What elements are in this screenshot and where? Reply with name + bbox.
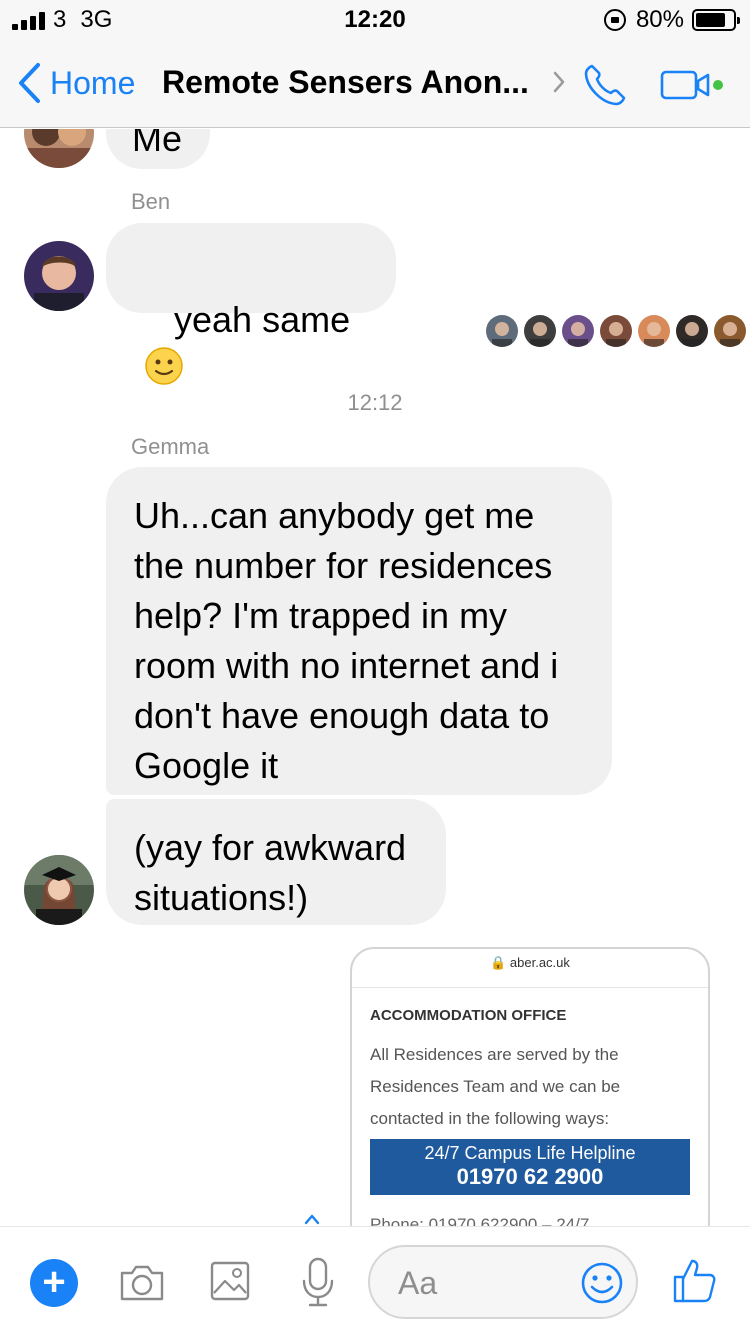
conversation-area[interactable]: Me Ben yeah same 12:12 Gemma Uh...can an… <box>0 129 750 1226</box>
status-right: 80% <box>603 6 740 34</box>
read-receipt-avatar[interactable] <box>676 315 708 347</box>
read-receipt-avatar[interactable] <box>524 315 556 347</box>
avatar-ben[interactable] <box>24 241 94 311</box>
image-divider <box>352 987 708 988</box>
camera-icon[interactable] <box>118 1261 166 1303</box>
video-camera-icon[interactable] <box>660 68 724 102</box>
message-timestamp: 12:12 <box>347 390 403 415</box>
image-icon[interactable] <box>210 1261 250 1301</box>
read-receipt-avatar[interactable] <box>486 315 518 347</box>
avatar-gemma[interactable] <box>24 855 94 925</box>
read-receipt-avatar[interactable] <box>600 315 632 347</box>
sender-name: Ben <box>131 189 171 214</box>
sender-name: Gemma <box>131 434 210 459</box>
message-bubble[interactable]: (yay for awkward situations!) <box>106 799 446 925</box>
phone-icon[interactable] <box>582 62 628 108</box>
rotation-lock-icon <box>603 9 626 31</box>
status-bar: 3 3G 12:20 80% <box>0 0 750 40</box>
back-button[interactable]: Home <box>16 62 135 104</box>
image-heading: ACCOMMODATION OFFICE <box>370 1007 567 1024</box>
share-icon[interactable] <box>302 1214 322 1226</box>
read-receipts[interactable] <box>486 315 746 347</box>
message-text: Me <box>132 129 183 159</box>
helpline-title: 24/7 Campus Life Helpline <box>424 1143 636 1163</box>
message-input-wrapper <box>368 1245 638 1319</box>
plus-icon[interactable]: + <box>30 1259 78 1307</box>
chevron-left-icon <box>19 63 40 103</box>
message-bubble[interactable]: yeah same <box>106 223 396 385</box>
message-bubble[interactable]: Uh...can anybody get me the number for r… <box>106 467 612 795</box>
image-url: 🔒 aber.ac.uk <box>352 955 708 971</box>
battery-fill <box>696 13 725 27</box>
image-cut-text: Phone: 01970 622900 – 24/7 <box>370 1215 590 1226</box>
shared-image[interactable]: 🔒 aber.ac.uk ACCOMMODATION OFFICE All Re… <box>350 947 710 1226</box>
read-receipt-avatar[interactable] <box>562 315 594 347</box>
image-body: All Residences are served by the Residen… <box>370 1045 621 1128</box>
read-receipt-avatar[interactable] <box>638 315 670 347</box>
battery-icon <box>692 9 740 31</box>
battery-percent: 80% <box>635 6 684 33</box>
nav-bar: Home Remote Sensers Anon... <box>0 40 750 128</box>
emoji-icon[interactable] <box>580 1261 624 1305</box>
image-url-text: aber.ac.uk <box>509 955 570 970</box>
helpline-banner: 24/7 Campus Life Helpline 01970 62 2900 <box>370 1139 690 1195</box>
avatar-group[interactable] <box>24 129 94 168</box>
message-bubble[interactable]: Me <box>106 129 210 169</box>
chevron-right-icon[interactable] <box>552 70 566 94</box>
online-indicator <box>713 80 723 90</box>
read-receipt-avatar[interactable] <box>714 315 746 347</box>
lock-icon: 🔒 <box>490 955 507 970</box>
microphone-icon[interactable] <box>300 1257 336 1309</box>
thumbs-up-icon[interactable] <box>672 1257 716 1303</box>
back-label: Home <box>50 64 136 101</box>
conversation-title[interactable]: Remote Sensers Anon... <box>162 64 529 101</box>
message-composer: + <box>0 1226 750 1334</box>
message-input[interactable] <box>398 1261 578 1305</box>
helpline-number: 01970 62 2900 <box>456 1164 604 1189</box>
message-text: yeah same <box>174 299 351 340</box>
